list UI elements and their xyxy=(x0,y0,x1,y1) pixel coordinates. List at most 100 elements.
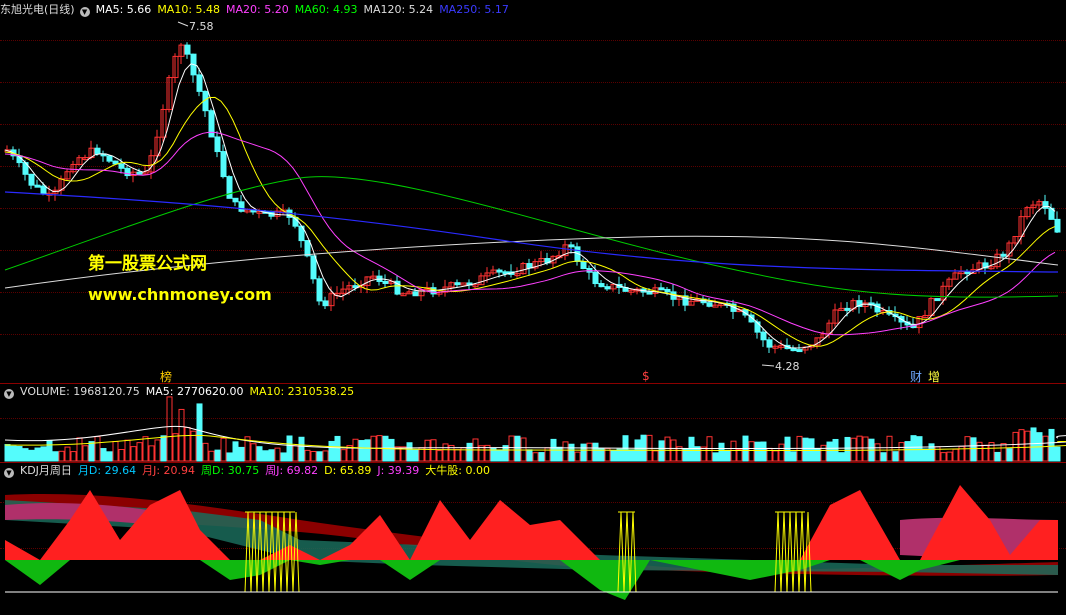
candle-body xyxy=(34,184,41,188)
volume-bar xyxy=(508,435,515,462)
volume-toggle-icon[interactable]: ▼ xyxy=(4,389,14,399)
volume-bar xyxy=(1006,448,1013,462)
candle-body xyxy=(322,300,329,307)
volume-bar xyxy=(130,446,137,462)
volume-bar xyxy=(424,439,431,462)
volume-bar xyxy=(970,437,977,462)
volume-label-0: VOLUME: 1968120.75 xyxy=(20,385,140,398)
candle-body xyxy=(1054,218,1061,233)
volume-bar xyxy=(136,442,143,462)
kdj-label-5: D: 65.89 xyxy=(324,464,372,477)
volume-bar xyxy=(388,438,395,462)
ma-label-3: MA60: 4.93 xyxy=(294,3,358,16)
volume-bar xyxy=(802,437,809,462)
volume-bar xyxy=(34,447,41,462)
volume-bar xyxy=(898,442,905,462)
legend-toggle-icon[interactable]: ▼ xyxy=(79,7,90,17)
volume-bar xyxy=(1042,435,1049,462)
volume-bar xyxy=(328,440,335,462)
volume-bar xyxy=(124,439,131,462)
volume-bar xyxy=(454,449,461,462)
volume-bar xyxy=(658,440,665,462)
volume-bar xyxy=(592,442,599,462)
kdj-label-3: 周D: 30.75 xyxy=(201,464,260,477)
volume-bar xyxy=(106,451,113,462)
volume-legend: ▼ VOLUME: 1968120.75 MA5: 2770620.00 MA10: … xyxy=(0,385,366,399)
candle-body xyxy=(874,303,881,313)
volume-bar xyxy=(340,449,347,462)
candle-body xyxy=(604,286,611,290)
volume-bar xyxy=(46,440,53,462)
ma-label-0: MA5: 5.66 xyxy=(95,3,152,16)
volume-bar xyxy=(172,433,179,462)
volume-bar xyxy=(28,449,35,462)
ma-label-1: MA10: 5.48 xyxy=(157,3,221,16)
volume-bar xyxy=(148,445,155,462)
candle-body xyxy=(106,155,113,162)
volume-bar xyxy=(292,445,299,462)
candle-body xyxy=(526,263,533,269)
candle-body xyxy=(790,348,797,352)
ma20-line xyxy=(4,131,1056,336)
volume-bar xyxy=(652,450,659,462)
candle-body xyxy=(844,307,851,311)
volume-bar xyxy=(274,447,281,462)
volume-bar xyxy=(628,449,635,462)
candle-body xyxy=(598,283,605,288)
watermark-url: www.chnmoney.com xyxy=(88,285,272,304)
event-marker-increase[interactable]: 增 xyxy=(928,368,940,385)
volume-bar xyxy=(538,452,545,462)
candle-body xyxy=(196,74,203,92)
volume-bar xyxy=(1048,428,1055,462)
volume-bar xyxy=(196,403,203,462)
volume-bar xyxy=(844,436,851,462)
candle-body xyxy=(412,291,419,297)
volume-bar xyxy=(784,436,791,462)
volume-bar xyxy=(790,451,797,462)
volume-bar xyxy=(298,436,305,462)
volume-bar xyxy=(946,451,953,462)
volume-bar xyxy=(202,442,209,462)
volume-bar xyxy=(82,445,89,462)
candle-body xyxy=(382,280,389,284)
kdj-toggle-icon[interactable]: ▼ xyxy=(4,468,14,478)
volume-label-1: MA5: 2770620.00 xyxy=(145,385,244,398)
volume-bar xyxy=(1018,429,1025,462)
volume-bar xyxy=(754,441,761,462)
candle-body xyxy=(496,269,503,273)
volume-bar xyxy=(238,446,245,462)
stock-chart-canvas[interactable] xyxy=(0,0,1066,615)
volume-bar xyxy=(442,443,449,462)
volume-bar xyxy=(226,452,233,462)
watermark-title: 第一股票公式网 xyxy=(88,254,207,274)
ma60-line xyxy=(4,176,1059,298)
event-marker-bang[interactable]: 榜 xyxy=(160,368,172,385)
ma-label-2: MA20: 5.20 xyxy=(226,3,289,16)
volume-bar xyxy=(412,449,419,462)
event-marker-finance[interactable]: 财 xyxy=(910,368,922,385)
volume-bar xyxy=(40,446,47,462)
candle-body xyxy=(658,287,665,291)
volume-bar xyxy=(664,436,671,462)
candle-body xyxy=(40,185,47,195)
volume-bar xyxy=(112,441,119,462)
volume-bar xyxy=(208,450,215,462)
candle-body xyxy=(646,291,653,295)
volume-bar xyxy=(616,448,623,462)
candle-body xyxy=(232,197,239,203)
volume-bar xyxy=(16,446,23,462)
candle-body xyxy=(760,331,767,341)
volume-bar xyxy=(904,441,911,462)
volume-bar xyxy=(556,446,563,462)
candle-body xyxy=(568,244,575,248)
volume-bar xyxy=(994,451,1001,462)
volume-bar xyxy=(892,451,899,462)
candle-body xyxy=(226,176,233,199)
event-marker-dollar[interactable]: $ xyxy=(642,369,650,383)
volume-bar xyxy=(724,449,731,462)
volume-label-2: MA10: 2310538.25 xyxy=(249,385,355,398)
volume-bar xyxy=(760,441,767,462)
volume-bar xyxy=(184,427,191,462)
kdj-label-6: J: 39.39 xyxy=(377,464,420,477)
volume-bar xyxy=(526,449,533,462)
